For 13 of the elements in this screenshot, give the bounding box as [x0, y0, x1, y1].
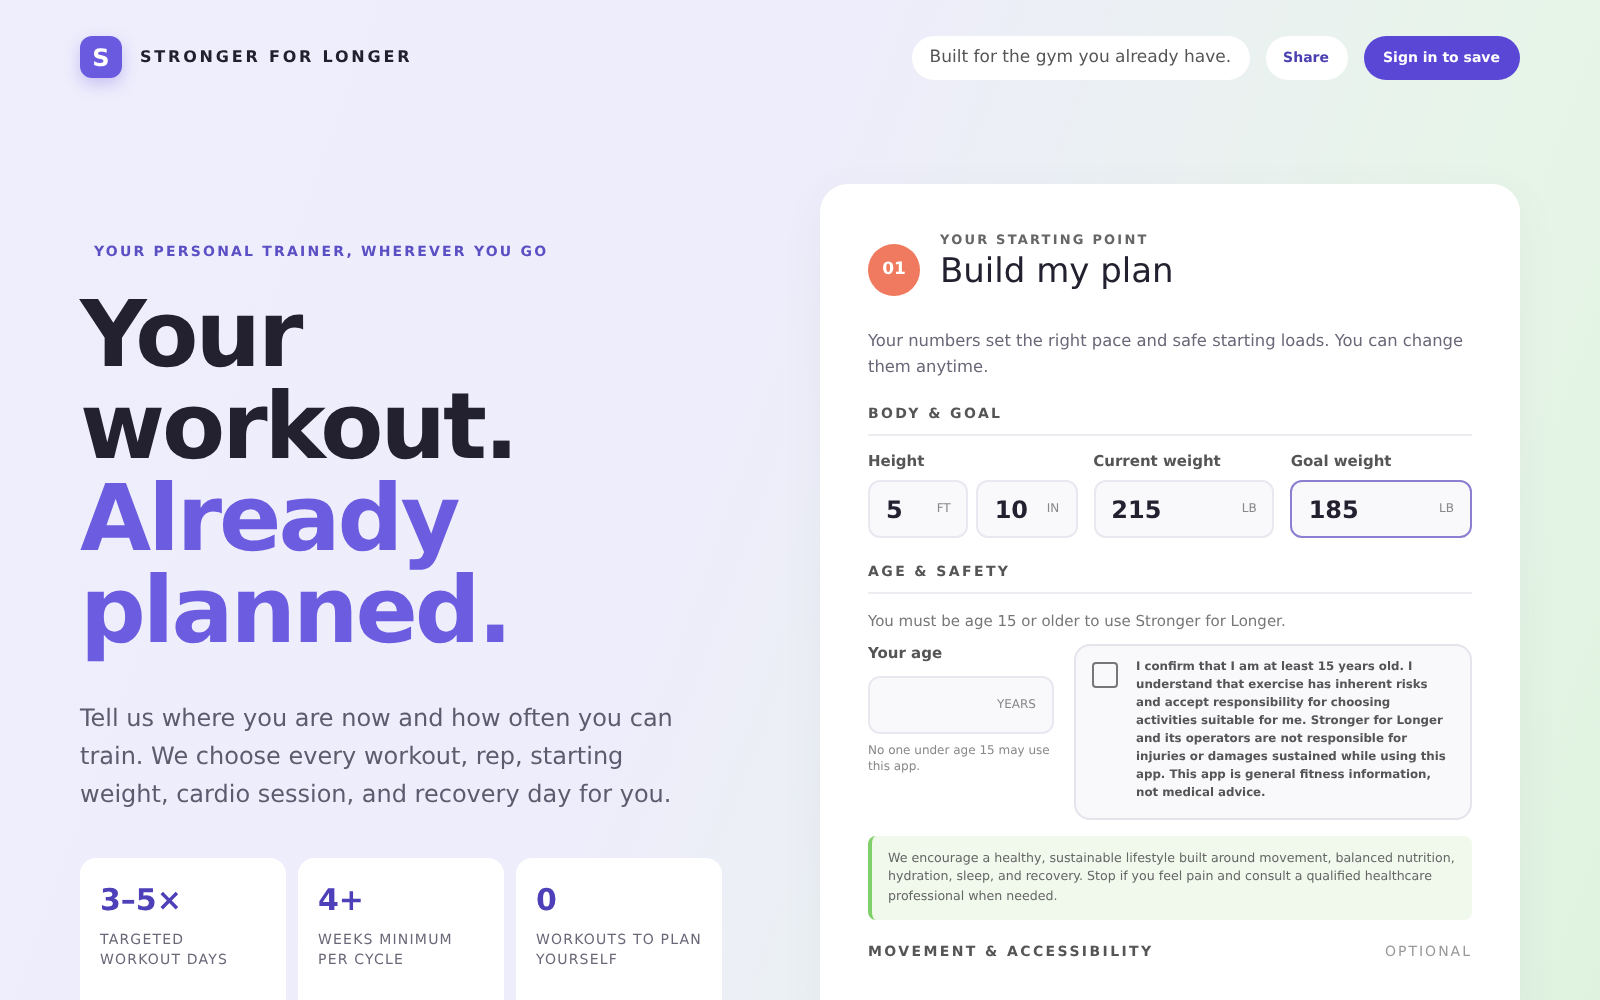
- tagline-pill: Built for the gym you already have.: [911, 35, 1250, 79]
- headline-line: workout.: [80, 380, 516, 472]
- card-title: Build my plan: [940, 252, 1174, 292]
- stat-value: 4+: [318, 882, 367, 918]
- logo-icon: S: [80, 36, 122, 78]
- consent-checkbox[interactable]: [1092, 662, 1118, 688]
- card-intro: Your numbers set the right pace and safe starting loads. You can change them anytime.: [868, 328, 1466, 380]
- stat-value: 0: [536, 882, 559, 918]
- intro-text: Tell us where you are now and how often you can train. We choose every workout, rep, starting weight, cardio session, and recovery day for you.: [80, 702, 675, 812]
- brand-name: STRONGER FOR LONGER: [140, 48, 413, 66]
- step-badge: 01: [868, 244, 920, 296]
- headline-line: Your: [80, 288, 304, 380]
- stat-value: 3–5×: [100, 882, 184, 918]
